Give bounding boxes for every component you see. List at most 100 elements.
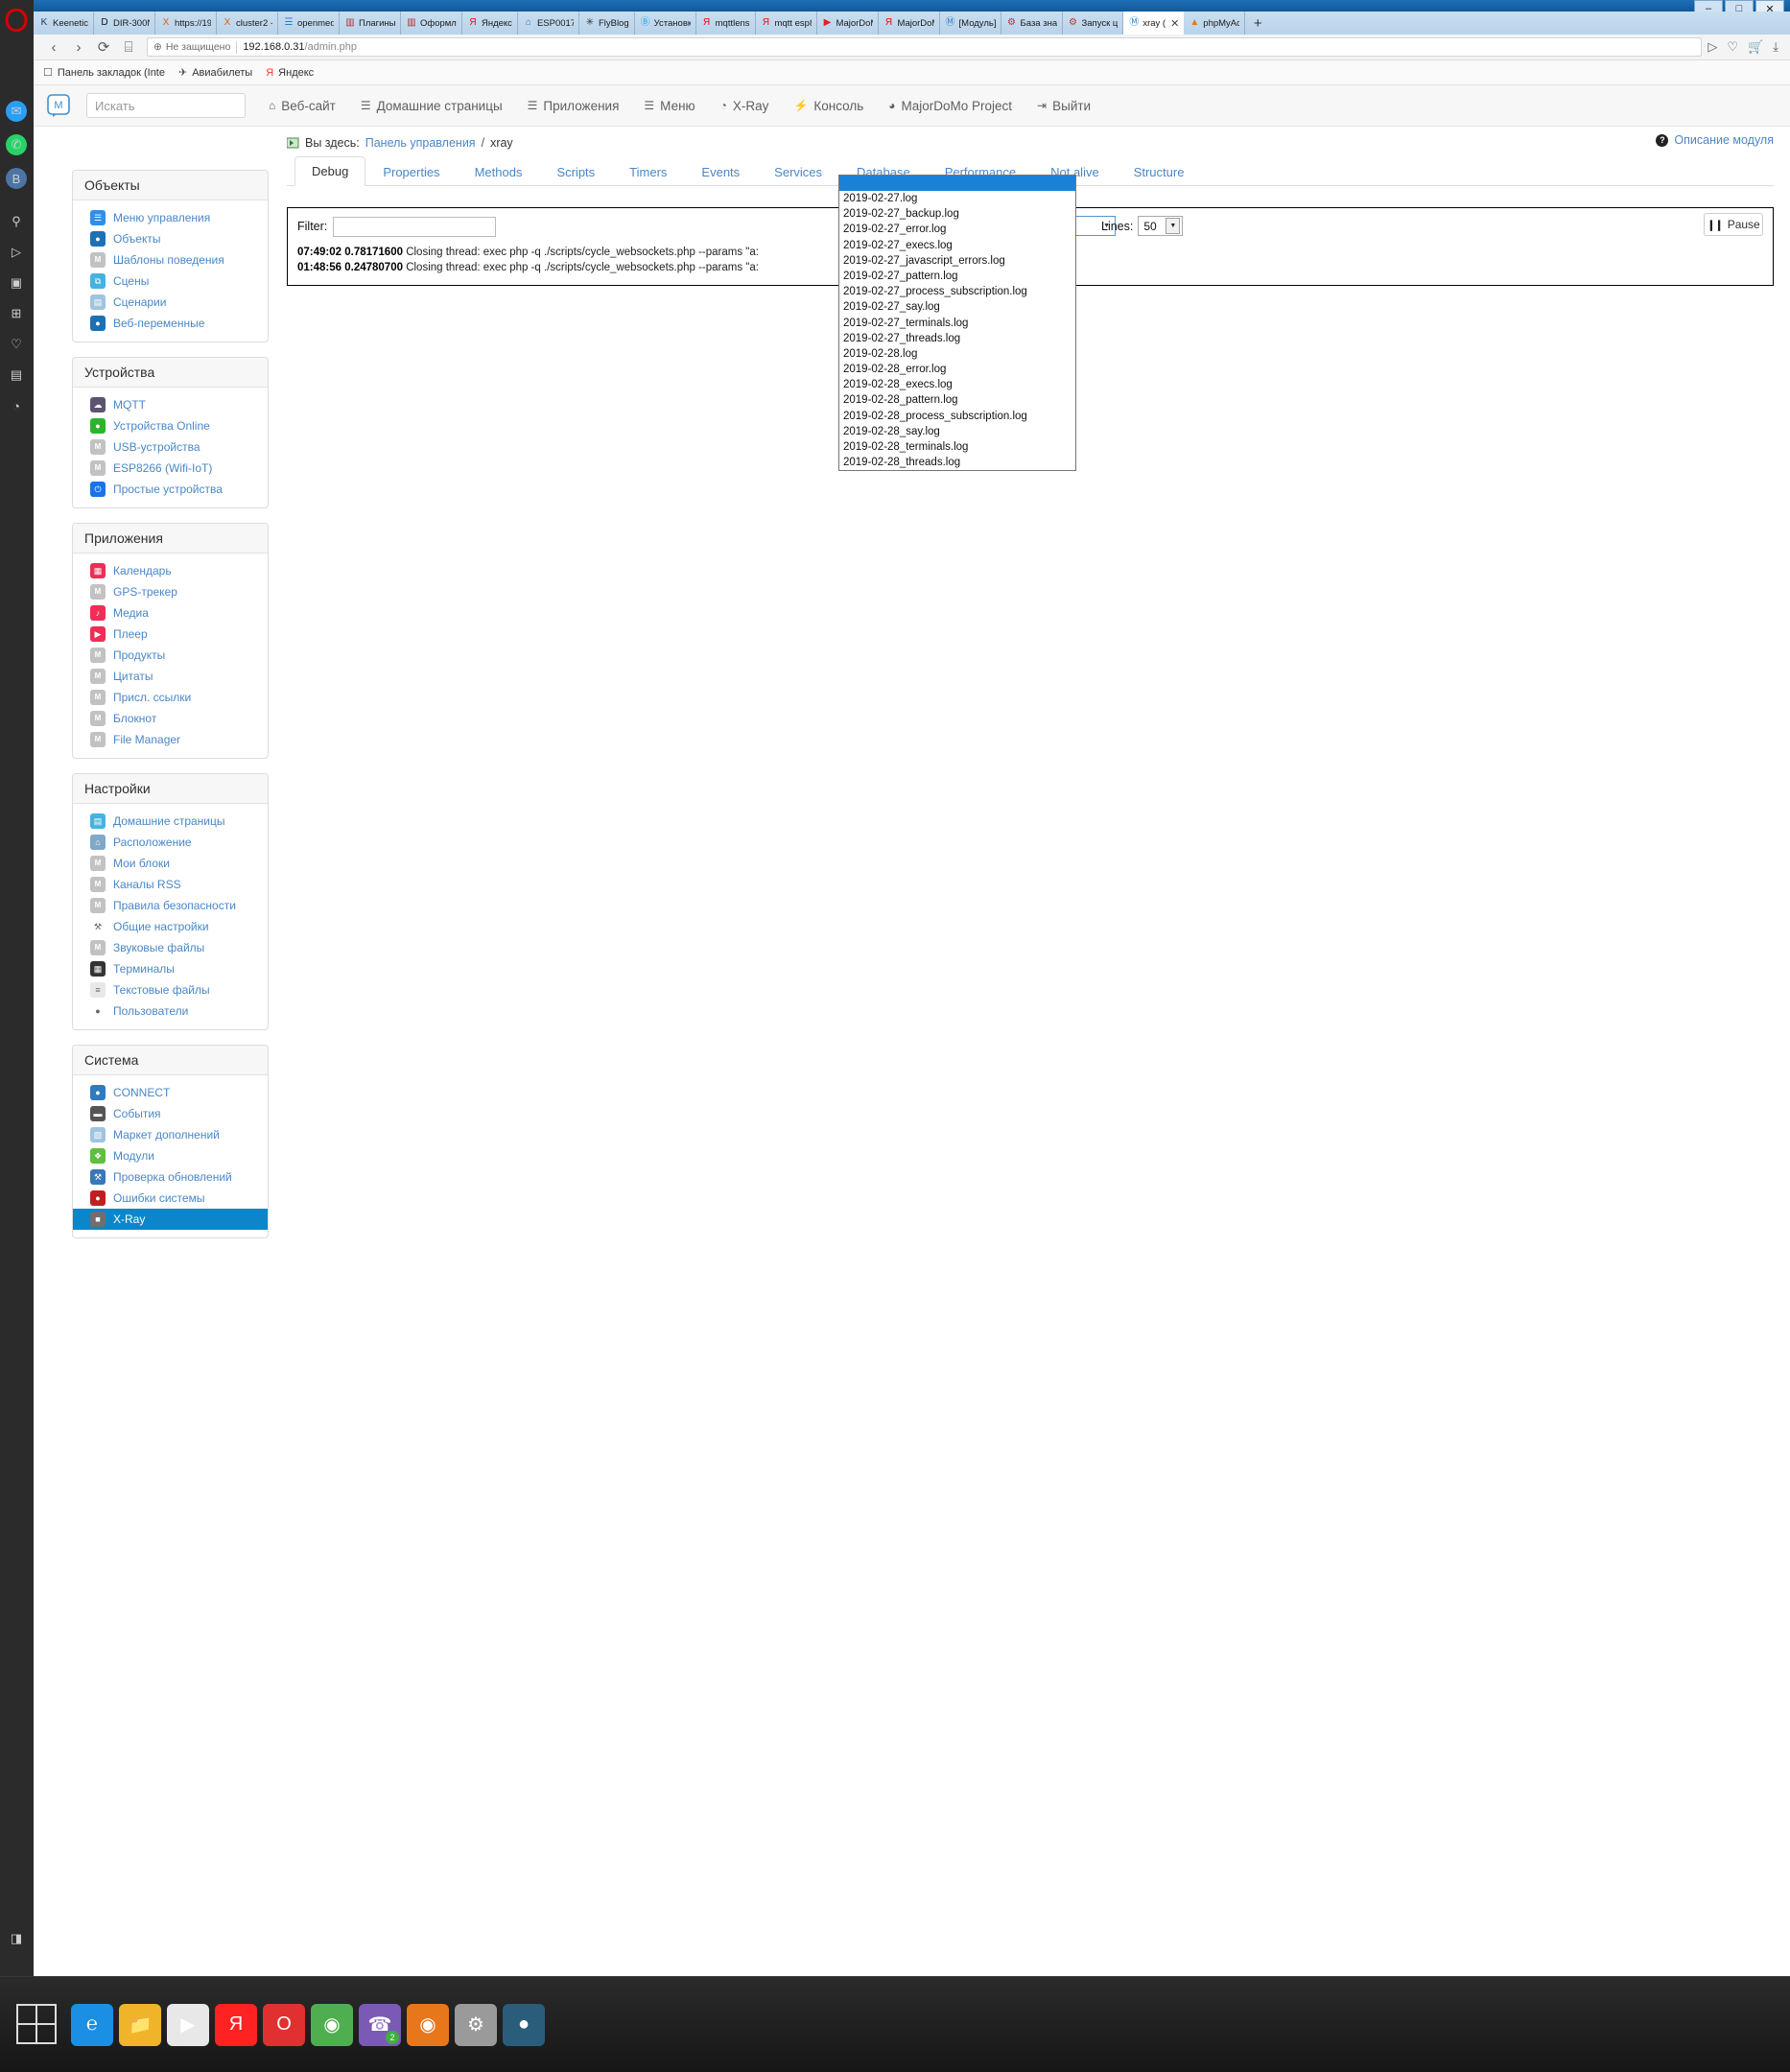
content-tab-debug[interactable]: Debug bbox=[294, 156, 365, 186]
sidebar-item-calendar[interactable]: ▦Календарь bbox=[73, 560, 268, 581]
address-bar[interactable]: ⊕ Не защищено 192.168.0.31 /admin.php bbox=[147, 37, 1702, 57]
nav-item[interactable]: ◔X-Ray bbox=[720, 99, 769, 113]
content-tab-scripts[interactable]: Scripts bbox=[539, 157, 612, 186]
file-option[interactable] bbox=[839, 176, 1075, 191]
nav-item[interactable]: ⇥Выйти bbox=[1037, 99, 1091, 113]
explorer-icon[interactable]: 📁 bbox=[119, 2004, 161, 2046]
browser-tab[interactable]: ⚙База зна bbox=[1001, 12, 1063, 35]
taskbar-items[interactable]: ℮📁▶ЯO◉☎2◉⚙● bbox=[71, 2004, 545, 2046]
sidebar-item-media[interactable]: ♪Медиа bbox=[73, 602, 268, 624]
sidebar-item-page[interactable]: ▤Домашние страницы bbox=[73, 811, 268, 832]
browser-tab[interactable]: Ⓜ[Модуль] bbox=[940, 12, 1001, 35]
history-icon[interactable]: ◔ bbox=[6, 395, 27, 416]
content-tab-services[interactable]: Services bbox=[757, 157, 839, 186]
sidebar-item-default-module[interactable]: ESP8266 (Wifi-IoT) bbox=[73, 458, 268, 479]
sidebar-item-default-module[interactable]: Мои блоки bbox=[73, 853, 268, 874]
sidebar-item-sphere[interactable]: ●Объекты bbox=[73, 228, 268, 249]
content-tab-methods[interactable]: Methods bbox=[458, 157, 540, 186]
cart-icon[interactable]: 🛒 bbox=[1748, 39, 1763, 55]
browser-tab[interactable]: DDIR-300N bbox=[94, 12, 155, 35]
sidebar-item-player[interactable]: ▶Плеер bbox=[73, 624, 268, 645]
search-input[interactable] bbox=[86, 93, 246, 118]
dial-icon[interactable]: ⊞ bbox=[6, 303, 27, 324]
nav-item[interactable]: ☰Приложения bbox=[528, 99, 620, 113]
steam-icon[interactable]: ● bbox=[503, 2004, 545, 2046]
file-option[interactable]: 2019-02-27_say.log bbox=[839, 299, 1075, 315]
search-icon[interactable]: ⚲ bbox=[6, 211, 27, 232]
messenger-icon[interactable]: ✉ bbox=[6, 101, 27, 122]
sidebar-item-default-module[interactable]: Каналы RSS bbox=[73, 874, 268, 895]
sidebar-item-location[interactable]: ⌂Расположение bbox=[73, 832, 268, 853]
security-status[interactable]: ⊕ Не защищено bbox=[153, 41, 230, 53]
sidebar-item-default-module[interactable]: Звуковые файлы bbox=[73, 937, 268, 958]
filter-input[interactable] bbox=[333, 217, 496, 237]
browser-tab[interactable]: ЯMajorDoM bbox=[879, 12, 940, 35]
browser-tab[interactable]: Яmqttlens bbox=[696, 12, 756, 35]
file-option[interactable]: 2019-02-28.log bbox=[839, 346, 1075, 362]
browser-tab[interactable]: Xhttps://19 bbox=[155, 12, 217, 35]
browser-tab[interactable]: ⒷУстановк bbox=[635, 12, 696, 35]
browser-tabstrip[interactable]: KKeeneticDDIR-300NXhttps://19Xcluster2 -… bbox=[34, 12, 1790, 35]
browser-tab[interactable]: ▲phpMyAd bbox=[1184, 12, 1245, 35]
majordomo-logo-icon[interactable]: M bbox=[45, 92, 72, 119]
sidebar-item-default-module[interactable]: Блокнот bbox=[73, 708, 268, 729]
file-option[interactable]: 2019-02-27_backup.log bbox=[839, 206, 1075, 222]
browser-tab[interactable]: ▥Плагины bbox=[340, 12, 401, 35]
browser-tab[interactable]: ⌂ESP0017D bbox=[518, 12, 579, 35]
browser-tab[interactable]: Яmqtt esp8 bbox=[756, 12, 817, 35]
sidebar-item-bug[interactable]: ●Ошибки системы bbox=[73, 1188, 268, 1209]
share-icon[interactable]: ▷ bbox=[1708, 39, 1717, 55]
opera-icon[interactable]: O bbox=[263, 2004, 305, 2046]
firefox-icon[interactable]: ◉ bbox=[407, 2004, 449, 2046]
file-option[interactable]: 2019-02-27_javascript_errors.log bbox=[839, 253, 1075, 269]
heart-icon[interactable]: ♡ bbox=[6, 334, 27, 355]
sidebar-item-market[interactable]: ▧Маркет дополнений bbox=[73, 1124, 268, 1145]
lines-select[interactable]: 50 ▼ bbox=[1138, 216, 1183, 236]
back-button[interactable]: ‹ bbox=[41, 36, 66, 58]
bookmark-item[interactable]: ✈Авиабилеты bbox=[178, 66, 252, 79]
heart-icon[interactable]: ♡ bbox=[1727, 39, 1738, 55]
sidebar-item-default-module[interactable]: GPS-трекер bbox=[73, 581, 268, 602]
sidebar-item-menu[interactable]: ☰Меню управления bbox=[73, 207, 268, 228]
pause-button[interactable]: ❙❙ Pause bbox=[1704, 213, 1763, 236]
sidebar-item-textfiles[interactable]: ≡Текстовые файлы bbox=[73, 979, 268, 1001]
whatsapp-icon[interactable]: ✆ bbox=[6, 134, 27, 155]
sidebar-item-users[interactable]: ●Пользователи bbox=[73, 1001, 268, 1022]
content-tab-properties[interactable]: Properties bbox=[365, 157, 457, 186]
file-option[interactable]: 2019-02-28_process_subscription.log bbox=[839, 409, 1075, 424]
reload-button[interactable]: ⟳ bbox=[91, 36, 116, 58]
nav-item[interactable]: ⚡Консоль bbox=[793, 99, 863, 113]
file-option[interactable]: 2019-02-28_say.log bbox=[839, 424, 1075, 439]
viber-icon[interactable]: ☎2 bbox=[359, 2004, 401, 2046]
file-option[interactable]: 2019-02-27_execs.log bbox=[839, 238, 1075, 253]
sidebar-item-sphere[interactable]: ●Веб-переменные bbox=[73, 313, 268, 334]
vk-icon[interactable]: В bbox=[6, 168, 27, 189]
nav-item[interactable]: ☰Меню bbox=[644, 99, 695, 113]
bookmarks-bar[interactable]: ☐Панель закладок (Inte✈АвиабилетыЯЯндекс bbox=[34, 60, 1790, 85]
bookmark-item[interactable]: ☐Панель закладок (Inte bbox=[43, 66, 165, 79]
sidebar-item-scripts[interactable]: ▤Сценарии bbox=[73, 292, 268, 313]
content-tab-timers[interactable]: Timers bbox=[612, 157, 684, 186]
forward-button[interactable]: › bbox=[66, 36, 91, 58]
sidebar-item-xray[interactable]: ■X-Ray bbox=[73, 1209, 268, 1230]
news-icon[interactable]: ▤ bbox=[6, 365, 27, 386]
file-option[interactable]: 2019-02-28_execs.log bbox=[839, 377, 1075, 392]
settings-icon[interactable]: ⚙ bbox=[455, 2004, 497, 2046]
nav-item[interactable]: ⌂Веб-сайт bbox=[269, 99, 336, 113]
sidebar-item-online[interactable]: ●Устройства Online bbox=[73, 415, 268, 436]
browser-tab[interactable]: ЯЯндекс bbox=[462, 12, 518, 35]
file-option[interactable]: 2019-02-27_error.log bbox=[839, 222, 1075, 237]
sidebar-item-scenes[interactable]: ⧉Сцены bbox=[73, 271, 268, 292]
chrome-icon[interactable]: ◉ bbox=[311, 2004, 353, 2046]
sidebar-item-default-module[interactable]: USB-устройства bbox=[73, 436, 268, 458]
browser-tab[interactable]: ▥Оформле bbox=[401, 12, 462, 35]
module-description-link[interactable]: ? Описание модуля bbox=[1656, 133, 1774, 147]
file-select-dropdown[interactable]: 2019-02-27.log2019-02-27_backup.log2019-… bbox=[838, 175, 1076, 471]
sidebar-item-puzzle[interactable]: ❖Модули bbox=[73, 1145, 268, 1166]
edge-icon[interactable]: ℮ bbox=[71, 2004, 113, 2046]
sidebar-item-power[interactable]: ⏻Простые устройства bbox=[73, 479, 268, 500]
sidebar-item-globe[interactable]: ●CONNECT bbox=[73, 1082, 268, 1103]
browser-tab[interactable]: Xcluster2 - bbox=[217, 12, 278, 35]
sidebar-item-default-module[interactable]: Присл. ссылки bbox=[73, 687, 268, 708]
file-option[interactable]: 2019-02-27.log bbox=[839, 191, 1075, 206]
